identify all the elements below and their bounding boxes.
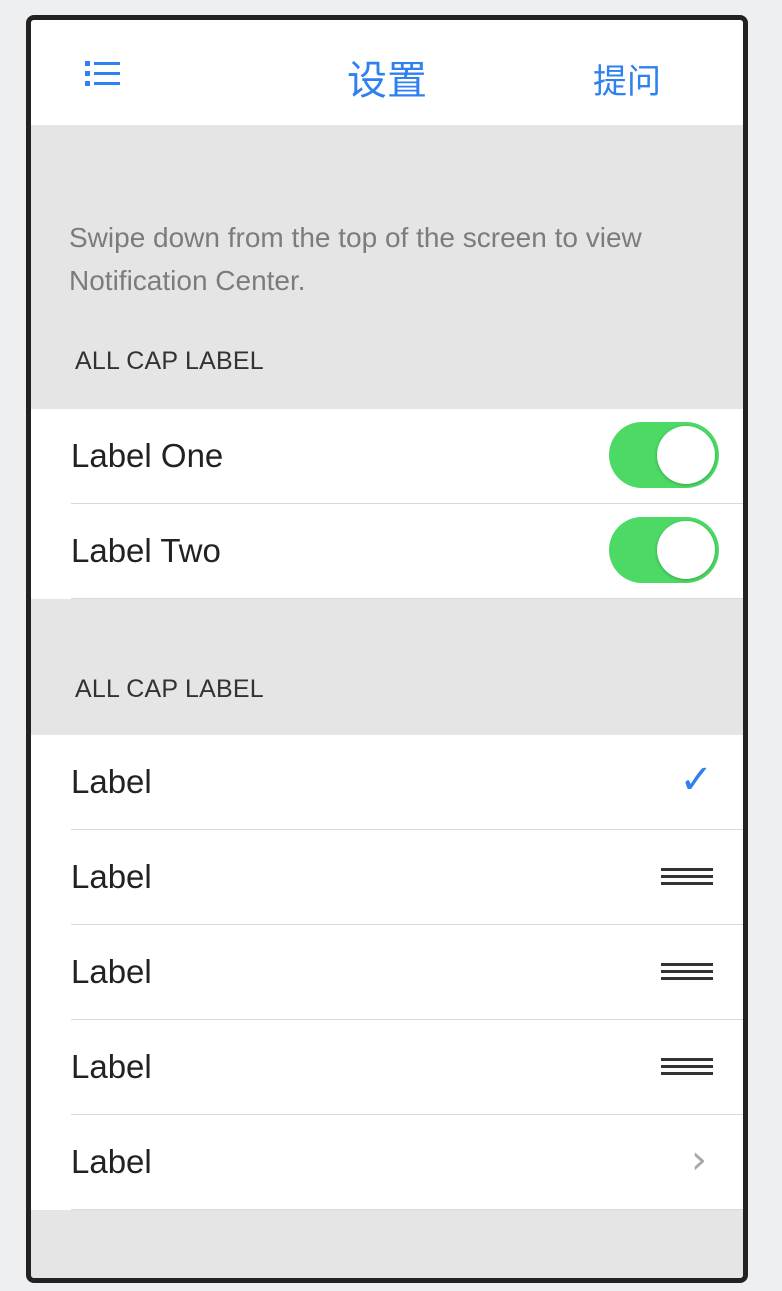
list-group: Label ✓ Label Label Label Label ›: [31, 735, 743, 1210]
row-label: Label: [71, 858, 152, 895]
drag-handle-icon[interactable]: [661, 1058, 713, 1076]
list-item[interactable]: Label ✓: [71, 735, 743, 830]
list-item[interactable]: Label ›: [71, 1115, 743, 1210]
row-label: Label: [71, 763, 152, 800]
toggle-knob: [657, 426, 715, 484]
navigation-bar: 设置 提问: [31, 20, 743, 125]
list-item[interactable]: Label: [71, 925, 743, 1020]
ask-question-button[interactable]: 提问: [593, 54, 661, 103]
chevron-right-icon: ›: [691, 1137, 707, 1183]
drag-handle-icon[interactable]: [661, 868, 713, 886]
bottom-spacer: [31, 1234, 743, 1278]
toggle-knob: [657, 521, 715, 579]
list-item-label-one: Label One: [71, 409, 743, 504]
checkmark-icon: ✓: [679, 758, 713, 802]
row-label: Label: [71, 1048, 152, 1085]
row-label: Label: [71, 953, 152, 990]
row-label: Label One: [71, 437, 224, 474]
label-one-toggle[interactable]: [609, 422, 719, 488]
section-header-2: ALL CAP LABEL: [75, 675, 264, 703]
list-item-label-two: Label Two: [71, 504, 743, 599]
toggle-group: Label One Label Two: [31, 409, 743, 599]
drag-handle-icon[interactable]: [661, 963, 713, 981]
phone-frame: 设置 提问 Swipe down from the top of the scr…: [26, 15, 748, 1283]
row-label: Label Two: [71, 532, 221, 569]
list-item[interactable]: Label: [71, 830, 743, 925]
label-two-toggle[interactable]: [609, 517, 719, 583]
list-item[interactable]: Label: [71, 1020, 743, 1115]
intro-description: Swipe down from the top of the screen to…: [69, 222, 642, 296]
row-label: Label: [71, 1143, 152, 1180]
section-header-1: ALL CAP LABEL: [75, 347, 264, 375]
